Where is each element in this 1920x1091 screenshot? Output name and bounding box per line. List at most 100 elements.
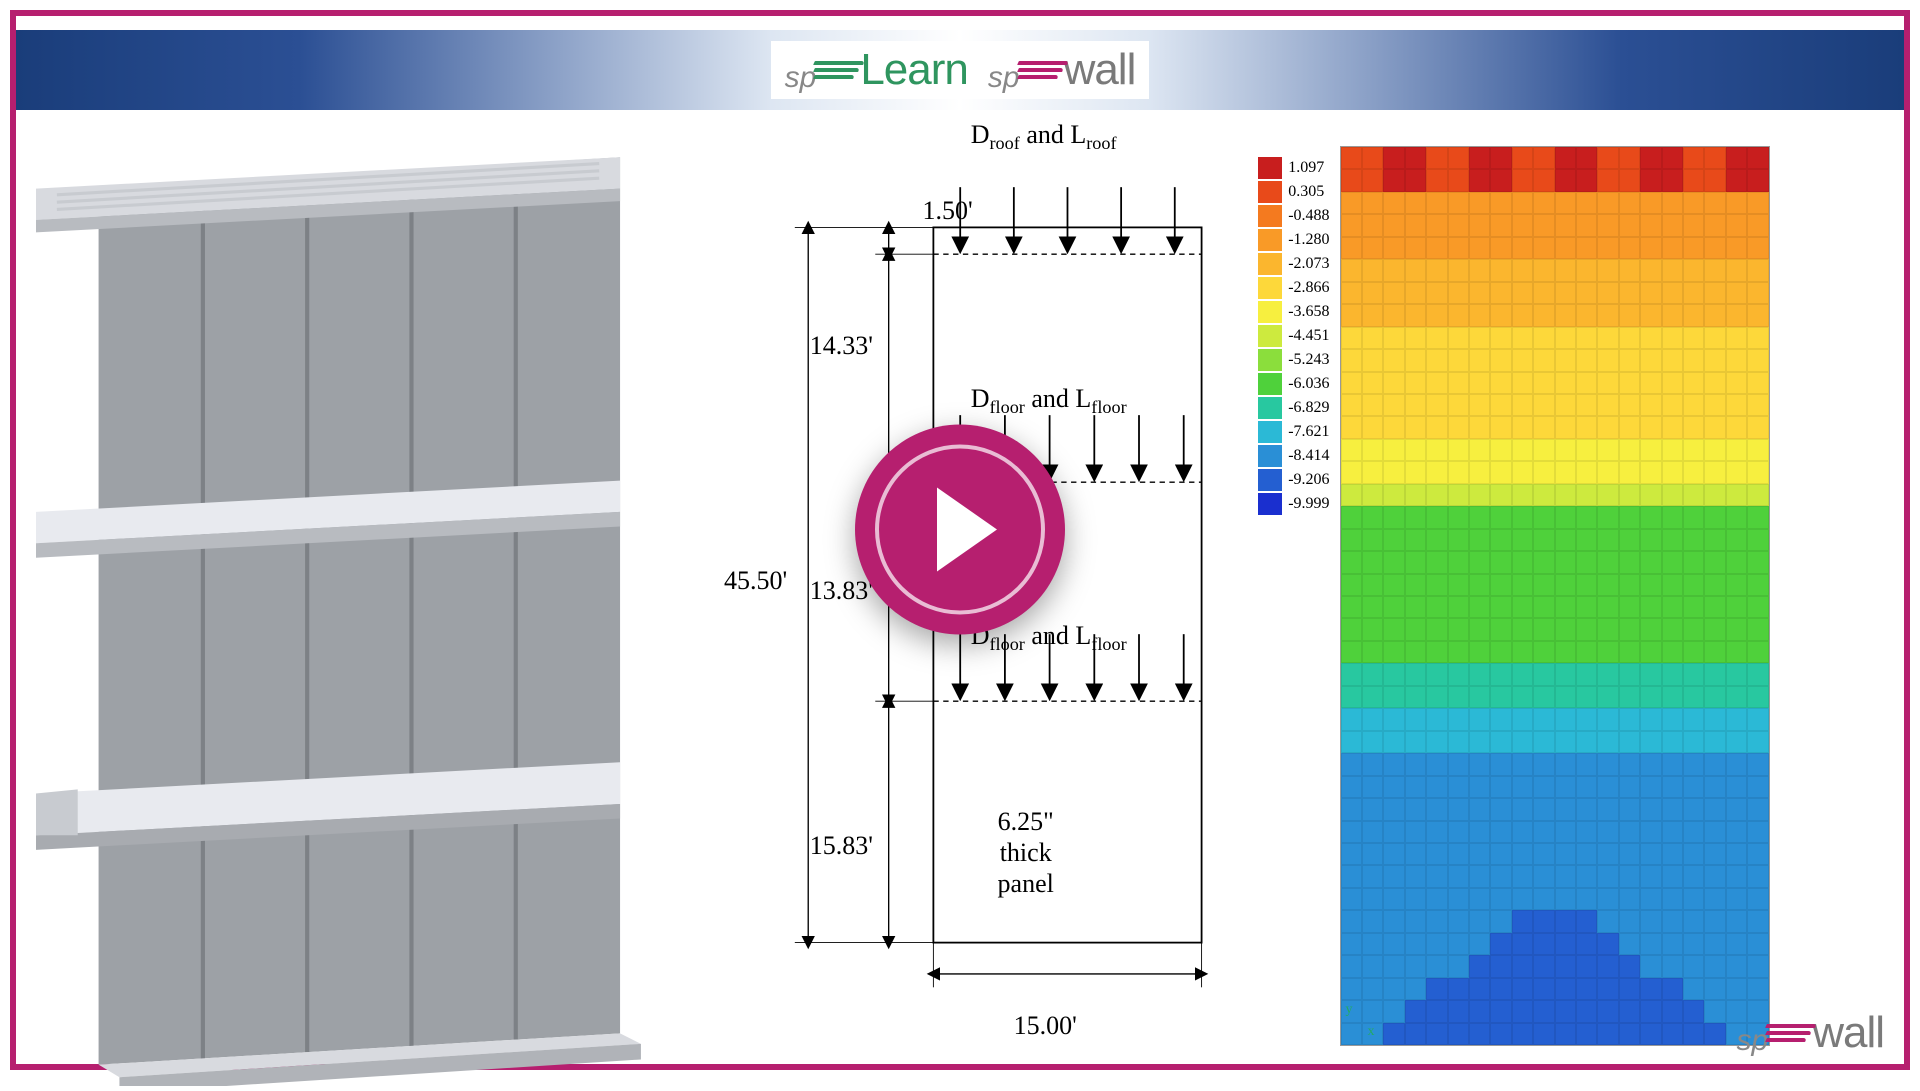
- contour-cell: [1576, 663, 1597, 685]
- contour-cell: [1704, 461, 1725, 483]
- contour-cell: [1448, 708, 1469, 730]
- contour-cell: [1490, 618, 1511, 640]
- contour-cell: [1512, 663, 1533, 685]
- contour-cell: [1747, 686, 1768, 708]
- contour-cell: [1555, 237, 1576, 259]
- contour-cell: [1448, 910, 1469, 932]
- contour-cell: [1469, 641, 1490, 663]
- contour-cell: [1683, 1023, 1704, 1045]
- contour-cell: [1683, 484, 1704, 506]
- contour-cell: [1341, 978, 1362, 1000]
- contour-cell: [1490, 1023, 1511, 1045]
- contour-cell: [1619, 506, 1640, 528]
- play-button[interactable]: [855, 425, 1065, 635]
- contour-cell: [1405, 888, 1426, 910]
- contour-cell: [1726, 910, 1747, 932]
- contour-cell: [1383, 529, 1404, 551]
- contour-cell: [1426, 708, 1447, 730]
- contour-cell: [1426, 214, 1447, 236]
- contour-cell: [1362, 574, 1383, 596]
- contour-cell: [1341, 798, 1362, 820]
- contour-cell: [1469, 933, 1490, 955]
- contour-cell: [1619, 529, 1640, 551]
- contour-cell: [1426, 147, 1447, 169]
- contour-cell: [1469, 529, 1490, 551]
- contour-cell: [1704, 349, 1725, 371]
- contour-cell: [1383, 304, 1404, 326]
- contour-cell: [1683, 506, 1704, 528]
- contour-cell: [1747, 978, 1768, 1000]
- contour-cell: [1747, 282, 1768, 304]
- contour-cell: [1490, 731, 1511, 753]
- contour-cell: [1747, 259, 1768, 281]
- contour-cell: [1619, 282, 1640, 304]
- contour-cell: [1640, 596, 1661, 618]
- contour-cell: [1533, 596, 1554, 618]
- contour-cell: [1469, 327, 1490, 349]
- contour-cell: [1426, 461, 1447, 483]
- contour-cell: [1405, 753, 1426, 775]
- contour-cell: [1341, 439, 1362, 461]
- contour-cell: [1341, 708, 1362, 730]
- contour-cell: [1383, 955, 1404, 977]
- contour-cell: [1662, 686, 1683, 708]
- contour-cell: [1619, 978, 1640, 1000]
- contour-cell: [1490, 776, 1511, 798]
- contour-cell: [1576, 1023, 1597, 1045]
- contour-cell: [1747, 484, 1768, 506]
- contour-cell: [1662, 798, 1683, 820]
- legend-swatch: [1258, 253, 1282, 275]
- contour-cell: [1576, 282, 1597, 304]
- contour-cell: [1555, 506, 1576, 528]
- contour-cell: [1576, 843, 1597, 865]
- contour-cell: [1640, 618, 1661, 640]
- contour-cell: [1640, 304, 1661, 326]
- contour-cell: [1405, 1023, 1426, 1045]
- contour-cell: [1405, 843, 1426, 865]
- contour-cell: [1469, 686, 1490, 708]
- contour-cell: [1619, 708, 1640, 730]
- contour-cell: [1426, 372, 1447, 394]
- contour-cell: [1448, 1023, 1469, 1045]
- contour-cell: [1533, 776, 1554, 798]
- contour-cell: [1448, 933, 1469, 955]
- contour-cell: [1576, 865, 1597, 887]
- contour-cell: [1597, 1023, 1618, 1045]
- contour-cell: [1426, 865, 1447, 887]
- contour-cell: [1490, 506, 1511, 528]
- contour-cell: [1405, 798, 1426, 820]
- contour-cell: [1469, 192, 1490, 214]
- contour-cell: [1619, 596, 1640, 618]
- contour-cell: [1597, 327, 1618, 349]
- legend-value: -6.829: [1288, 399, 1329, 417]
- contour-cell: [1383, 663, 1404, 685]
- contour-cell: [1448, 416, 1469, 438]
- contour-cell: [1405, 327, 1426, 349]
- contour-cell: [1383, 574, 1404, 596]
- contour-cell: [1426, 686, 1447, 708]
- contour-cell: [1405, 192, 1426, 214]
- contour-cell: [1490, 798, 1511, 820]
- contour-cell: [1469, 731, 1490, 753]
- contour-cell: [1512, 282, 1533, 304]
- contour-cell: [1640, 394, 1661, 416]
- contour-cell: [1597, 596, 1618, 618]
- contour-cell: [1405, 933, 1426, 955]
- dim-total-height: 45.50': [724, 566, 787, 596]
- contour-cell: [1341, 169, 1362, 191]
- legend-value: -9.206: [1288, 471, 1329, 489]
- contour-cell: [1640, 349, 1661, 371]
- legend-swatch: [1258, 277, 1282, 299]
- contour-cell: [1405, 910, 1426, 932]
- contour-cell: [1726, 394, 1747, 416]
- contour-cell: [1341, 1023, 1362, 1045]
- contour-cell: [1341, 551, 1362, 573]
- contour-cell: [1726, 372, 1747, 394]
- contour-cell: [1597, 282, 1618, 304]
- contour-cell: [1640, 753, 1661, 775]
- contour-cell: [1662, 416, 1683, 438]
- contour-cell: [1619, 798, 1640, 820]
- contour-cell: [1619, 910, 1640, 932]
- legend-value: 0.305: [1288, 183, 1324, 201]
- contour-cell: [1341, 776, 1362, 798]
